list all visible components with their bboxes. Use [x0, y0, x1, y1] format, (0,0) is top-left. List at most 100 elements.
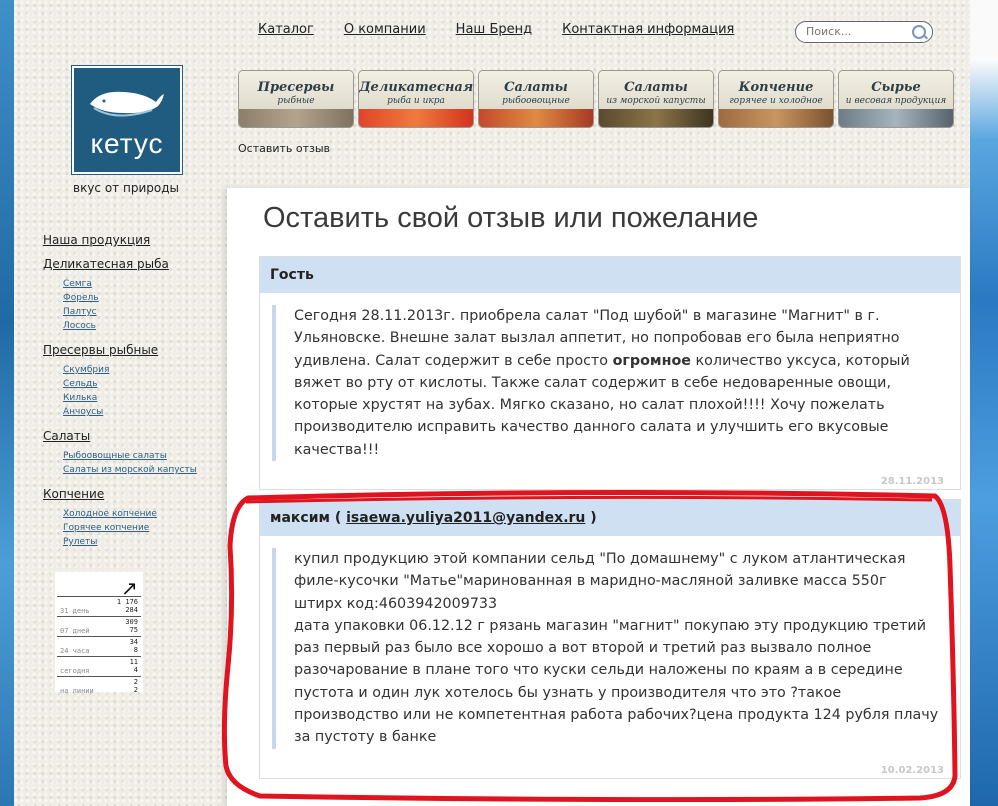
background-water-right	[970, 0, 998, 806]
tile-subtitle: и весовая продукция	[845, 96, 947, 106]
sidebar-item-smoked[interactable]: Копчение	[43, 487, 218, 501]
counter-value: 1 176	[116, 598, 138, 606]
counter-value: 4	[133, 666, 138, 674]
page-title: Оставить свой отзыв или пожелание	[263, 202, 759, 234]
background-water-left	[0, 0, 14, 806]
tile-image	[719, 109, 833, 127]
counter-label: 07 дней	[60, 627, 90, 635]
tile-subtitle: рыбоовощные	[502, 96, 570, 106]
logo-tagline: вкус от природы	[73, 181, 179, 195]
tile-title: Салаты	[504, 80, 568, 95]
tile-subtitle: из морской капусты	[606, 96, 706, 106]
search-icon[interactable]	[912, 25, 926, 39]
tile-subtitle: рыбные	[277, 96, 315, 106]
counter-row: 24 часа 34 8	[57, 636, 141, 657]
tile-image	[239, 109, 353, 127]
comment-text-line: дата упаковки 06.12.12 г рязань магазин …	[294, 617, 939, 746]
counter-value: 2	[133, 678, 138, 686]
sidebar-subitem[interactable]: Скумбрия	[63, 363, 218, 377]
counter-label: на линии	[60, 687, 94, 695]
counter-value: 2	[133, 686, 138, 694]
sidebar-subitem[interactable]: Салаты из морской капусты	[63, 463, 218, 477]
visitor-counter[interactable]: ↗ 31 день 1 176 284 07 дней 309 75 24 ча…	[55, 572, 143, 695]
counter-row: сегодня 11 4	[57, 656, 141, 677]
tile-salads-seaweed[interactable]: Салаты из морской капусты	[598, 70, 714, 128]
top-nav: Каталог О компании Наш Бренд Контактная …	[258, 22, 734, 37]
search-input[interactable]	[804, 24, 908, 39]
sidebar-group: Деликатесная рыба Семга Форель Палтус Ло…	[43, 257, 218, 333]
sidebar-subitem[interactable]: Холодное копчение	[63, 507, 218, 521]
tile-delicacy-fish[interactable]: Деликатесная рыба и икра	[358, 70, 474, 128]
sidebar-nav: Наша продукция Деликатесная рыба Семга Ф…	[43, 233, 218, 559]
tile-raw-materials[interactable]: Сырье и весовая продукция	[838, 70, 954, 128]
sidebar-item-delicacy-fish[interactable]: Деликатесная рыба	[43, 257, 218, 271]
comment-text: Сегодня 28.11.2013г. приобрела салат "По…	[272, 305, 960, 462]
counter-value: 34	[129, 638, 138, 646]
comment-author-name: максим	[270, 510, 330, 526]
tile-image	[479, 109, 593, 127]
whale-icon	[90, 91, 164, 117]
sidebar-subitem[interactable]: Анчоусы	[63, 405, 218, 419]
nav-contacts-link[interactable]: Контактная информация	[562, 22, 734, 37]
logo-brand-name: кетус	[90, 128, 164, 159]
tile-image	[359, 109, 473, 127]
category-tiles: Пресервы рыбные Деликатесная рыба и икра…	[238, 70, 954, 128]
comment-card: максим ( isaewa.yuliya2011@yandex.ru ) к…	[259, 499, 961, 779]
counter-value: 8	[133, 646, 138, 654]
counter-label: сегодня	[60, 667, 90, 675]
comment-date: 28.11.2013	[880, 476, 944, 487]
nav-about-link[interactable]: О компании	[344, 22, 426, 37]
comment-card: Гость Сегодня 28.11.2013г. приобрела сал…	[259, 256, 961, 490]
counter-label: 24 часа	[60, 647, 90, 655]
comment-author-name: Гость	[270, 267, 314, 283]
sidebar-subitem[interactable]: Килька	[63, 391, 218, 405]
sidebar-subitem[interactable]: Палтус	[63, 305, 218, 319]
breadcrumb: Оставить отзыв	[238, 142, 331, 155]
logo[interactable]: кетус	[72, 66, 182, 174]
tile-smoked[interactable]: Копчение горячее и холодное	[718, 70, 834, 128]
counter-value: 11	[129, 658, 138, 666]
comment-text-bold: огромное	[612, 352, 691, 369]
sidebar-item-our-products[interactable]: Наша продукция	[43, 233, 218, 247]
sidebar-group: Копчение Холодное копчение Горячее копче…	[43, 487, 218, 549]
comment-text: купил продукцию этой компании сельд "По …	[272, 548, 960, 749]
sidebar-item-preserves[interactable]: Пресервы рыбные	[43, 343, 218, 357]
sidebar-subitem[interactable]: Лосось	[63, 319, 218, 333]
comment-date: 10.02.2013	[880, 765, 944, 776]
counter-value: 284	[125, 606, 138, 614]
counter-value: 75	[129, 626, 138, 634]
tile-title: Сырье	[871, 80, 921, 95]
counter-label: 31 день	[60, 607, 90, 615]
comment-text-line: купил продукцию этой компании сельд "По …	[294, 551, 906, 590]
counter-row: 31 день 1 176 284	[57, 596, 141, 617]
tile-title: Копчение	[738, 80, 814, 95]
sidebar-subitem[interactable]: Рыбоовощные салаты	[63, 449, 218, 463]
search-box	[795, 21, 933, 43]
tile-subtitle: горячее и холодное	[729, 96, 823, 106]
sidebar-group: Пресервы рыбные Скумбрия Сельдь Килька А…	[43, 343, 218, 419]
sidebar-group: Наша продукция	[43, 233, 218, 247]
sidebar-item-salads[interactable]: Салаты	[43, 429, 218, 443]
comment-author-email-link[interactable]: isaewa.yuliya2011@yandex.ru	[346, 510, 585, 526]
tile-image	[599, 109, 713, 127]
sidebar-subitem[interactable]: Семга	[63, 277, 218, 291]
tile-title: Салаты	[624, 80, 688, 95]
tile-title: Пресервы	[257, 80, 335, 95]
sidebar-subitem[interactable]: Горячее копчение	[63, 521, 218, 535]
nav-brand-link[interactable]: Наш Бренд	[456, 22, 532, 37]
tile-title: Деликатесная	[359, 80, 474, 95]
sidebar-subitem[interactable]: Рулеты	[63, 535, 218, 549]
counter-value: 309	[125, 618, 138, 626]
counter-row: 07 дней 309 75	[57, 616, 141, 637]
comment-author: Гость	[260, 257, 960, 293]
tile-salads-fish-veg[interactable]: Салаты рыбоовощные	[478, 70, 594, 128]
tile-preserves[interactable]: Пресервы рыбные	[238, 70, 354, 128]
tile-subtitle: рыба и икра	[387, 96, 445, 106]
counter-row: на линии 2 2	[57, 676, 141, 697]
sidebar-subitem[interactable]: Сельдь	[63, 377, 218, 391]
main-content: Оставить свой отзыв или пожелание Гость …	[227, 188, 970, 806]
nav-catalog-link[interactable]: Каталог	[258, 22, 314, 37]
sidebar-subitem[interactable]: Форель	[63, 291, 218, 305]
comment-author: максим ( isaewa.yuliya2011@yandex.ru )	[260, 500, 960, 536]
tile-image	[839, 109, 953, 127]
